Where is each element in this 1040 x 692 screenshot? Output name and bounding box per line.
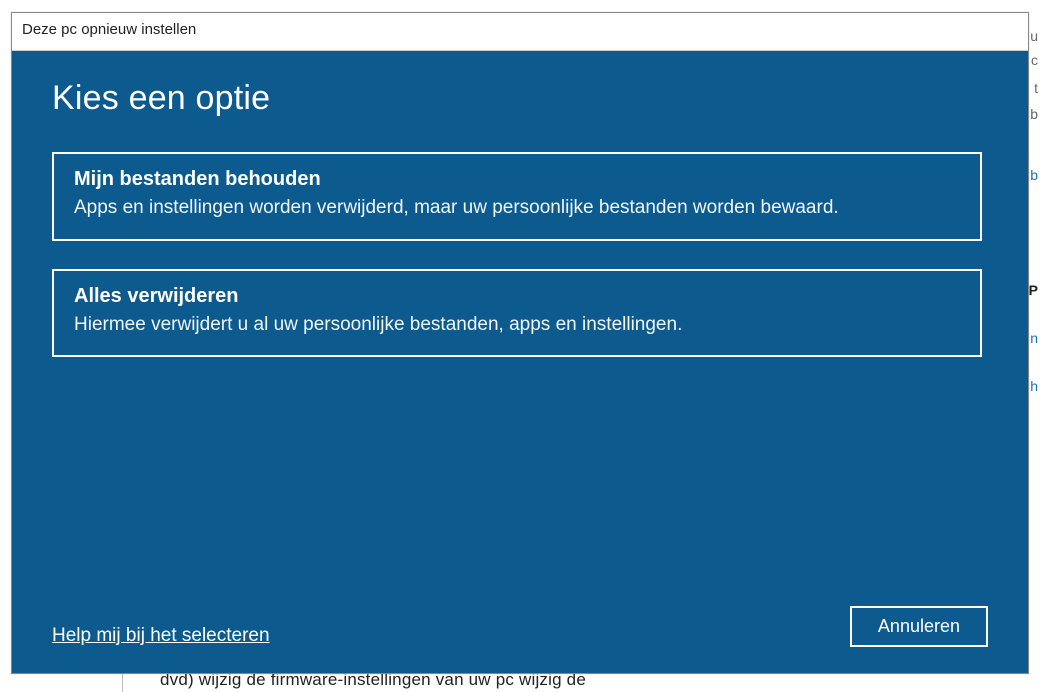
- option-remove-all-title: Alles verwijderen: [74, 285, 960, 308]
- option-remove-all[interactable]: Alles verwijderen Hiermee verwijdert u a…: [52, 269, 982, 358]
- page-heading: Kies een optie: [52, 79, 988, 118]
- dialog-footer: Help mij bij het selecteren Annuleren: [52, 606, 988, 651]
- dialog-title: Deze pc opnieuw instellen: [12, 13, 1028, 51]
- reset-pc-dialog: Deze pc opnieuw instellen Kies een optie…: [11, 12, 1029, 674]
- option-keep-files[interactable]: Mijn bestanden behouden Apps en instelli…: [52, 152, 982, 241]
- cancel-button[interactable]: Annuleren: [850, 606, 988, 647]
- option-keep-files-desc: Apps en instellingen worden verwijderd, …: [74, 195, 960, 221]
- option-remove-all-desc: Hiermee verwijdert u al uw persoonlijke …: [74, 312, 960, 338]
- help-link[interactable]: Help mij bij het selecteren: [52, 625, 270, 647]
- option-keep-files-title: Mijn bestanden behouden: [74, 168, 960, 191]
- dialog-body: Kies een optie Mijn bestanden behouden A…: [12, 51, 1028, 673]
